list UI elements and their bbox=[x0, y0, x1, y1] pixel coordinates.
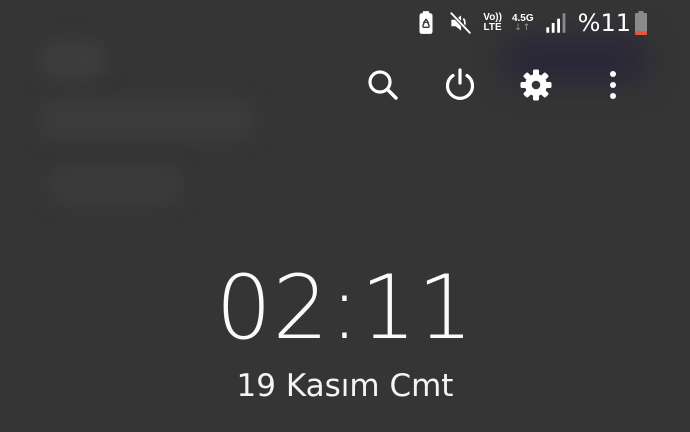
mute-icon bbox=[439, 10, 473, 36]
signal-icon bbox=[534, 10, 568, 36]
search-icon bbox=[368, 70, 398, 100]
volte-icon: Vo)) LTE bbox=[483, 13, 502, 33]
network-arrows: ↓↑ bbox=[514, 22, 532, 33]
search-button[interactable] bbox=[360, 62, 406, 108]
volte-bottom-label: LTE bbox=[483, 22, 502, 33]
battery-icon bbox=[631, 10, 648, 36]
settings-button[interactable] bbox=[513, 62, 559, 108]
clock-time[interactable]: 02:11 bbox=[0, 258, 690, 358]
network-type-label: 4.5G bbox=[511, 12, 534, 24]
blurred-notification-title bbox=[40, 100, 255, 140]
battery-percent: %11 bbox=[577, 9, 631, 37]
settings-gear-icon bbox=[520, 69, 552, 101]
blurred-notification-text bbox=[48, 165, 183, 205]
blurred-notification-icon bbox=[40, 40, 105, 80]
more-options-icon bbox=[610, 71, 616, 99]
clock-date[interactable]: 19 Kasım Cmt bbox=[0, 366, 690, 406]
quick-panel-toolbar bbox=[360, 62, 640, 108]
status-bar: Vo)) LTE 4.5G ↓↑ %11 bbox=[413, 8, 648, 38]
network-45g-icon: 4.5G ↓↑ bbox=[511, 12, 534, 33]
power-button[interactable] bbox=[437, 62, 483, 108]
power-icon bbox=[445, 68, 475, 100]
more-options-button[interactable] bbox=[590, 62, 636, 108]
recycle-battery-icon bbox=[413, 10, 439, 36]
